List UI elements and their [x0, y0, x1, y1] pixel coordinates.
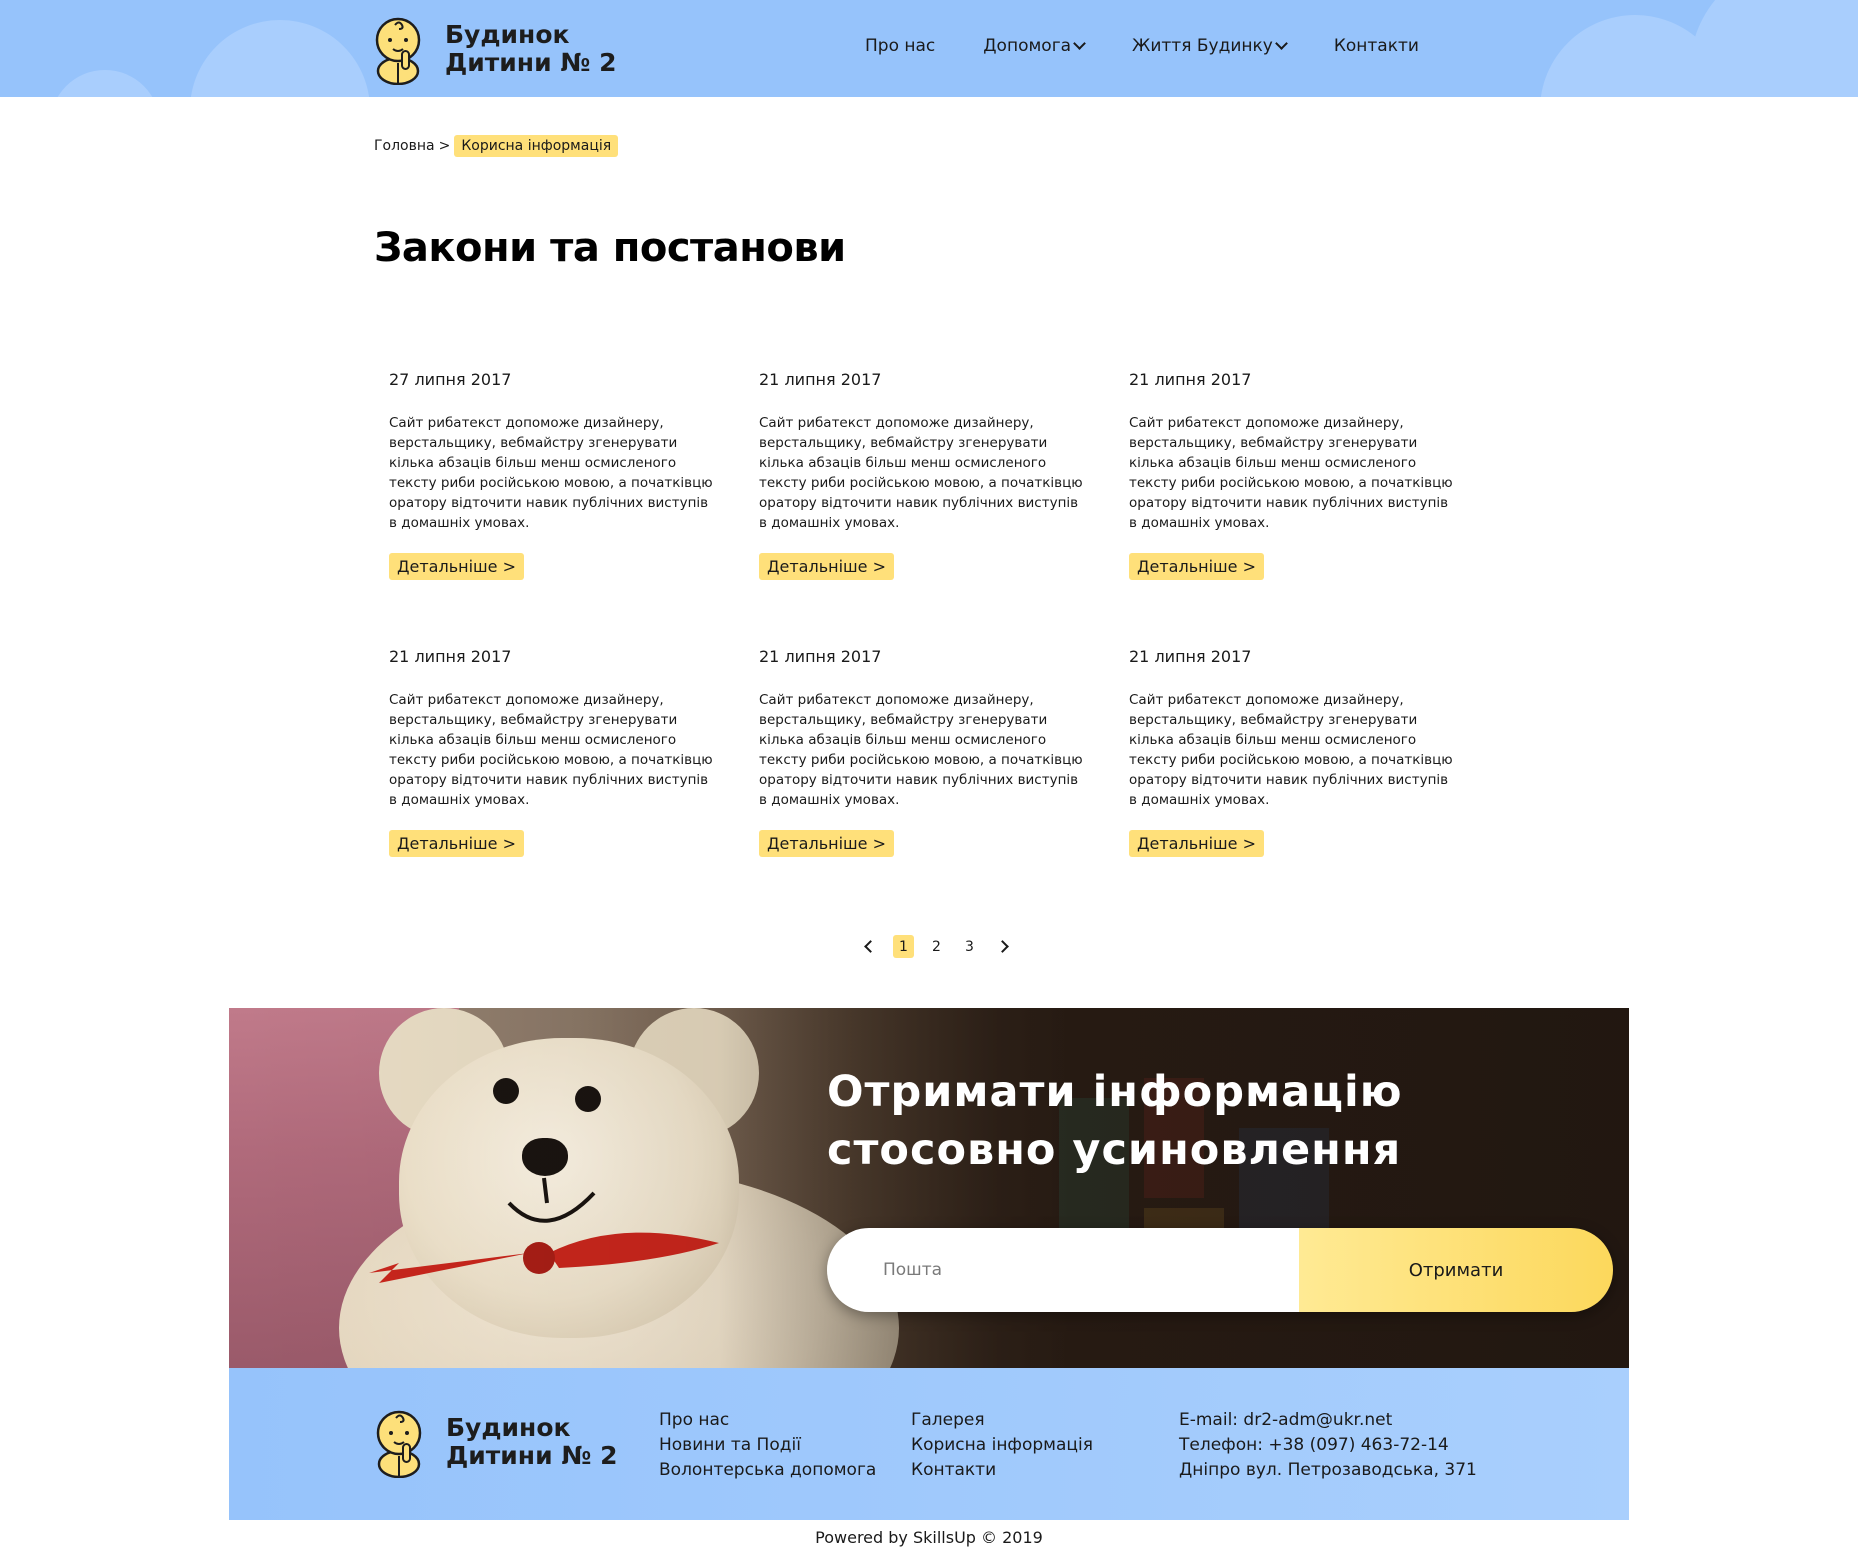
chevron-right-icon[interactable]	[996, 940, 1009, 953]
nav-item-label: Про нас	[865, 36, 936, 56]
nav-item-label: Допомога	[983, 36, 1072, 56]
card-date: 21 липня 2017	[1129, 370, 1252, 389]
subscribe-title: Отримати інформацію стосовно усиновлення	[827, 1067, 1403, 1175]
logo-text: Будинок Дитини № 2	[445, 21, 616, 77]
nav-item-about[interactable]: Про нас	[865, 36, 935, 56]
footer-link-news[interactable]: Новини та Події	[659, 1433, 876, 1458]
subscribe-banner: Отримати інформацію стосовно усиновлення…	[229, 1008, 1629, 1368]
chevron-down-icon	[1274, 37, 1288, 50]
header-cloud-decoration	[1690, 0, 1858, 97]
email-input[interactable]	[827, 1228, 1299, 1312]
article-card: 21 липня 2017 Сайт рибатекст допоможе ди…	[759, 370, 1089, 580]
card-text: Сайт рибатекст допоможе дизайнеру, верст…	[389, 415, 713, 531]
page-title: Закони та постанови	[374, 225, 846, 271]
breadcrumb: Головна > Корисна інформація	[374, 135, 619, 157]
footer-link-volunteer[interactable]: Волонтерська допомога	[659, 1458, 876, 1483]
footer-link-about[interactable]: Про нас	[659, 1408, 876, 1433]
chevron-down-icon	[1073, 37, 1086, 50]
details-button[interactable]: Детальніше >	[389, 553, 525, 580]
details-button[interactable]: Детальніше >	[759, 553, 895, 580]
logo-text: Будинок Дитини № 2	[446, 1414, 617, 1470]
page-link-2[interactable]: 2	[926, 935, 947, 958]
site-header: Будинок Дитини № 2 Про нас Допомога Житт…	[0, 0, 1858, 97]
page-link-1[interactable]: 1	[893, 935, 914, 958]
footer-link-useful-info[interactable]: Корисна інформація	[911, 1433, 1093, 1458]
footer-links-col-1: Про нас Новини та Події Волонтерська доп…	[659, 1408, 876, 1483]
nav-item-contacts[interactable]: Контакти	[1334, 36, 1419, 56]
powered-by: Powered by SkillsUp © 2019	[815, 1528, 1043, 1547]
card-text: Сайт рибатекст допоможе дизайнеру, верст…	[759, 692, 1083, 808]
details-button[interactable]: Детальніше >	[1129, 830, 1265, 857]
footer-link-gallery[interactable]: Галерея	[911, 1408, 1093, 1433]
card-date: 21 липня 2017	[759, 647, 882, 666]
logo-line-1: Будинок	[445, 20, 570, 49]
details-button[interactable]: Детальніше >	[1129, 553, 1265, 580]
footer-logo[interactable]: Будинок Дитини № 2	[374, 1406, 617, 1478]
logo-line-2: Дитини № 2	[445, 48, 617, 77]
breadcrumb-home-link[interactable]: Головна	[374, 138, 435, 154]
footer-link-contacts[interactable]: Контакти	[911, 1458, 1093, 1483]
card-text: Сайт рибатекст допоможе дизайнеру, верст…	[759, 415, 1083, 531]
logo-line-1: Будинок	[446, 1413, 571, 1442]
card-text: Сайт рибатекст допоможе дизайнеру, верст…	[389, 692, 713, 808]
header-cloud-decoration	[50, 70, 160, 97]
baby-logo-icon	[375, 17, 421, 85]
article-card: 21 липня 2017 Сайт рибатекст допоможе ди…	[1129, 370, 1459, 580]
breadcrumb-current: Корисна інформація	[454, 135, 619, 157]
banner-overlay	[229, 1008, 1629, 1368]
article-card: 21 липня 2017 Сайт рибатекст допоможе ди…	[1129, 647, 1459, 857]
card-text: Сайт рибатекст допоможе дизайнеру, верст…	[1129, 692, 1453, 808]
card-date: 27 липня 2017	[389, 370, 512, 389]
footer-phone[interactable]: Телефон: +38 (097) 463-72-14	[1179, 1433, 1477, 1458]
nav-item-help[interactable]: Допомога	[983, 36, 1086, 56]
baby-logo-icon	[376, 1410, 422, 1478]
card-date: 21 липня 2017	[759, 370, 882, 389]
breadcrumb-separator: >	[438, 138, 451, 154]
nav-item-home-life[interactable]: Життя Будинку	[1132, 36, 1288, 56]
details-button[interactable]: Детальніше >	[389, 830, 525, 857]
nav-item-label: Життя Будинку	[1132, 36, 1273, 56]
card-date: 21 липня 2017	[389, 647, 512, 666]
subscribe-button[interactable]: Отримати	[1299, 1228, 1613, 1312]
site-logo[interactable]: Будинок Дитини № 2	[373, 13, 616, 85]
article-card: 21 липня 2017 Сайт рибатекст допоможе ди…	[389, 647, 719, 857]
article-card: 27 липня 2017 Сайт рибатекст допоможе ди…	[389, 370, 719, 580]
chevron-left-icon[interactable]	[864, 940, 877, 953]
footer-links-col-2: Галерея Корисна інформація Контакти	[911, 1408, 1093, 1483]
logo-line-2: Дитини № 2	[446, 1441, 618, 1470]
footer-address: Дніпро вул. Петрозаводська, 371	[1179, 1460, 1477, 1480]
footer-email[interactable]: E-mail: dr2-adm@ukr.net	[1179, 1408, 1477, 1433]
details-button[interactable]: Детальніше >	[759, 830, 895, 857]
footer-contacts: E-mail: dr2-adm@ukr.net Телефон: +38 (09…	[1179, 1408, 1477, 1483]
pagination: 1 2 3	[862, 935, 1009, 958]
article-card: 21 липня 2017 Сайт рибатекст допоможе ди…	[759, 647, 1089, 857]
main-nav: Про нас Допомога Життя Будинку Контакти	[865, 36, 1419, 56]
card-date: 21 липня 2017	[1129, 647, 1252, 666]
page-link-3[interactable]: 3	[959, 935, 980, 958]
card-text: Сайт рибатекст допоможе дизайнеру, верст…	[1129, 415, 1453, 531]
header-cloud-decoration	[190, 20, 370, 97]
nav-item-label: Контакти	[1333, 36, 1419, 56]
subscribe-form: Отримати	[827, 1228, 1613, 1312]
site-footer: Будинок Дитини № 2 Про нас Новини та Под…	[229, 1368, 1629, 1520]
